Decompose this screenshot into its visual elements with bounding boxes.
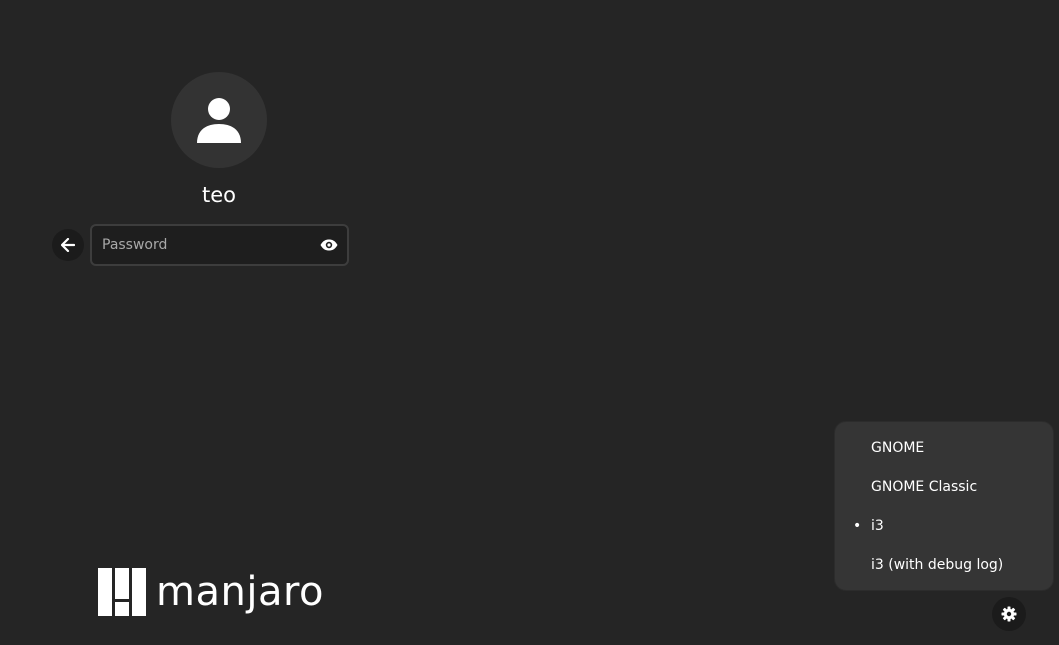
session-settings-button[interactable] (992, 597, 1026, 631)
back-button[interactable] (52, 229, 84, 261)
session-menu: GNOME GNOME Classic • i3 i3 (with debug … (834, 421, 1054, 591)
username-label: teo (201, 183, 236, 207)
manjaro-logo-icon (98, 568, 146, 616)
session-item-label: i3 (with debug log) (871, 557, 1004, 573)
password-field[interactable] (90, 224, 349, 266)
user-icon (197, 98, 241, 143)
session-item-i3[interactable]: • i3 (835, 507, 1053, 546)
selected-bullet-icon: • (853, 518, 862, 534)
session-item-label: GNOME (871, 440, 925, 456)
user-avatar (171, 72, 267, 168)
session-item-label: i3 (871, 518, 884, 534)
gear-icon (1001, 606, 1017, 622)
session-item-gnome[interactable]: GNOME (835, 429, 1053, 468)
reveal-password-button[interactable] (319, 235, 339, 255)
arrow-left-icon (61, 238, 75, 252)
session-item-gnome-classic[interactable]: GNOME Classic (835, 468, 1053, 507)
password-input[interactable] (102, 226, 302, 264)
session-item-label: GNOME Classic (871, 479, 978, 495)
manjaro-wordmark: manjaro (156, 569, 324, 615)
manjaro-logo: manjaro (98, 568, 324, 616)
session-item-i3-debug[interactable]: i3 (with debug log) (835, 546, 1053, 585)
eye-icon (320, 239, 338, 251)
